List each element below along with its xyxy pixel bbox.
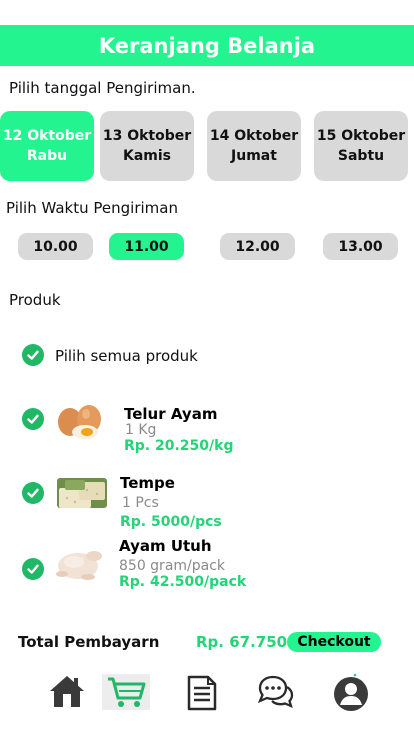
product-name: Tempe bbox=[120, 474, 175, 492]
page-title: Keranjang Belanja bbox=[98, 33, 316, 58]
date-option-12-oktober[interactable]: 12 Oktober Rabu bbox=[0, 111, 94, 181]
delivery-time-label: Pilih Waktu Pengiriman bbox=[6, 199, 178, 217]
total-label: Total Pembayarn bbox=[18, 633, 160, 651]
product-checkbox-ayam-utuh[interactable] bbox=[22, 558, 44, 580]
app-header: Keranjang Belanja bbox=[0, 25, 414, 66]
product-qty: 1 Pcs bbox=[122, 495, 159, 511]
time-option-12[interactable]: 12.00 bbox=[220, 233, 295, 260]
product-price: Rp. 20.250/kg bbox=[124, 438, 234, 454]
profile-icon[interactable] bbox=[333, 672, 369, 712]
select-all-checkbox[interactable] bbox=[22, 344, 44, 366]
product-price: Rp. 42.500/pack bbox=[119, 574, 247, 590]
product-checkbox-tempe[interactable] bbox=[22, 482, 44, 504]
delivery-date-label: Pilih tanggal Pengiriman. bbox=[9, 79, 196, 97]
checkout-button[interactable]: Checkout bbox=[287, 632, 381, 652]
chicken-icon bbox=[56, 551, 102, 580]
date-option-date: 12 Oktober bbox=[2, 128, 92, 144]
eggs-icon bbox=[58, 405, 101, 439]
check-icon bbox=[27, 350, 39, 360]
time-option-11[interactable]: 11.00 bbox=[109, 233, 184, 260]
product-name: Telur Ayam bbox=[124, 405, 218, 423]
time-option-10[interactable]: 10.00 bbox=[18, 233, 93, 260]
home-icon[interactable] bbox=[48, 672, 86, 710]
tempe-icon bbox=[57, 478, 107, 508]
product-name: Ayam Utuh bbox=[119, 537, 212, 555]
date-option-date: 13 Oktober bbox=[102, 128, 192, 144]
total-value: Rp. 67.750 bbox=[196, 633, 288, 651]
cart-icon bbox=[108, 677, 146, 707]
product-checkbox-telur-ayam[interactable] bbox=[22, 408, 44, 430]
date-option-day: Sabtu bbox=[337, 148, 385, 164]
date-option-day: Rabu bbox=[26, 148, 68, 164]
check-icon bbox=[27, 488, 39, 498]
check-icon bbox=[27, 564, 39, 574]
time-option-13[interactable]: 13.00 bbox=[323, 233, 398, 260]
date-option-14-oktober[interactable]: 14 Oktober Jumat bbox=[207, 111, 301, 181]
product-qty: 1 Kg bbox=[125, 422, 157, 438]
cart-nav-item[interactable] bbox=[102, 674, 150, 710]
date-option-15-oktober[interactable]: 15 Oktober Sabtu bbox=[314, 111, 408, 181]
check-icon bbox=[27, 414, 39, 424]
select-all-label: Pilih semua produk bbox=[55, 347, 198, 365]
date-option-date: 14 Oktober bbox=[209, 128, 299, 144]
document-icon[interactable] bbox=[186, 675, 218, 711]
date-option-day: Kamis bbox=[122, 148, 171, 164]
product-price: Rp. 5000/pcs bbox=[120, 514, 222, 530]
chat-icon[interactable] bbox=[256, 674, 294, 710]
date-option-13-oktober[interactable]: 13 Oktober Kamis bbox=[100, 111, 194, 181]
products-label: Produk bbox=[9, 291, 61, 309]
product-qty: 850 gram/pack bbox=[119, 558, 226, 574]
date-option-day: Jumat bbox=[231, 148, 277, 164]
date-option-date: 15 Oktober bbox=[316, 128, 406, 144]
